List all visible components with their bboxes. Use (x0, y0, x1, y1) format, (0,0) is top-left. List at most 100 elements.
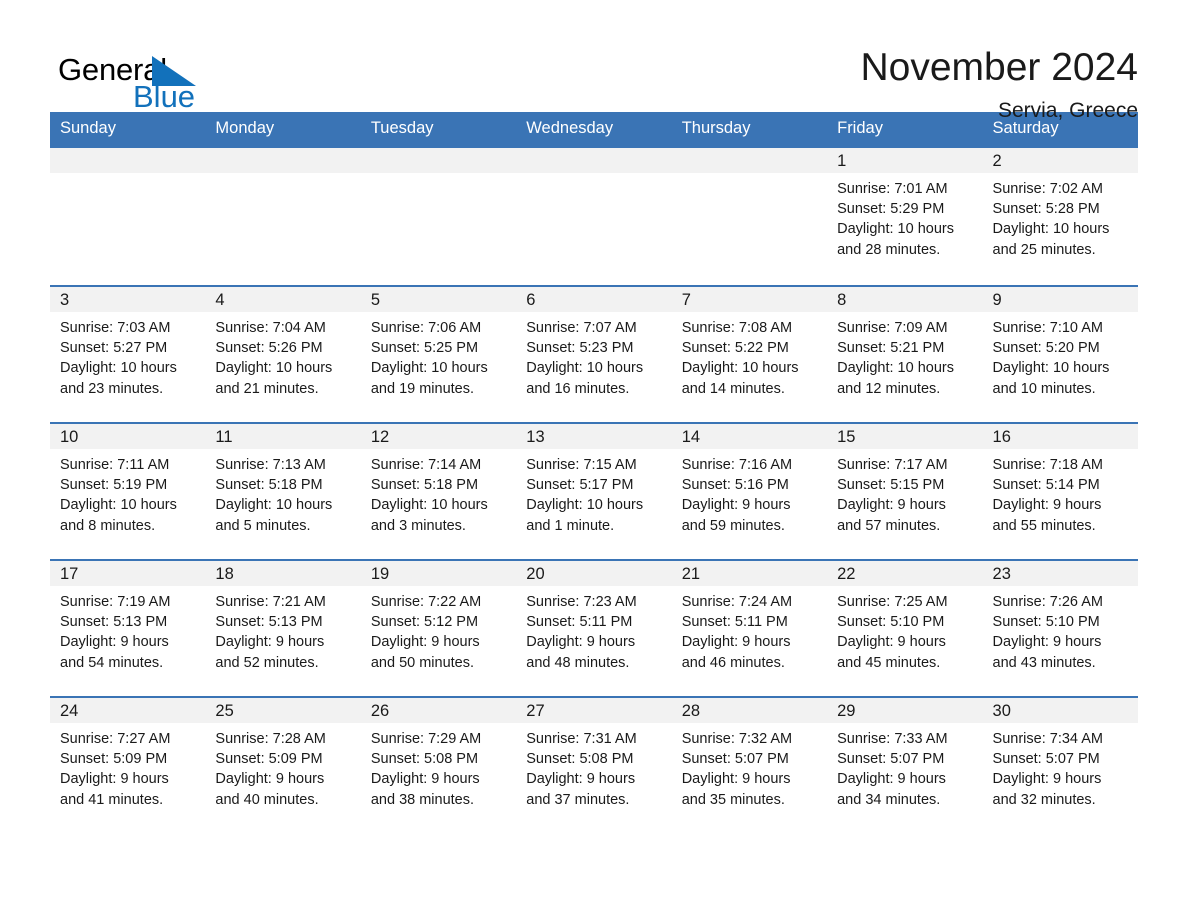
day-number: 24 (50, 698, 206, 723)
sunset-text: Sunset: 5:14 PM (992, 477, 1100, 494)
day-details: Sunrise: 7:16 AM Sunset: 5:16 PM Daylight:… (672, 449, 827, 536)
calendar-day-cell[interactable]: 25 Sunrise: 7:28 AM Sunset: 5:09 PM Dayligh… (205, 696, 361, 818)
calendar-day-cell[interactable]: 16 Sunrise: 7:18 AM Sunset: 5:14 PM Dayligh… (982, 422, 1138, 560)
day-cell-content: 12 Sunrise: 7:14 AM Sunset: 5:18 PM Dayligh… (360, 424, 517, 559)
daylight-text-line1: Daylight: 9 hours (526, 634, 636, 651)
calendar-day-cell[interactable]: 12 Sunrise: 7:14 AM Sunset: 5:18 PM Dayligh… (360, 422, 517, 560)
daylight-text-line2: and 21 minutes. (215, 380, 319, 397)
daylight-text-line2: and 14 minutes. (681, 380, 785, 397)
calendar-day-cell[interactable]: 22 Sunrise: 7:25 AM Sunset: 5:10 PM Dayligh… (827, 559, 983, 697)
sunset-text: Sunset: 5:09 PM (215, 751, 323, 768)
day-number: 25 (205, 698, 361, 723)
day-number: 13 (516, 424, 672, 449)
day-details: Sunrise: 7:14 AM Sunset: 5:18 PM Daylight:… (361, 449, 516, 536)
sunset-text: Sunset: 5:18 PM (215, 477, 323, 494)
daylight-text-line1: Daylight: 9 hours (681, 634, 791, 651)
day-cell-content (516, 148, 672, 285)
day-details: Sunrise: 7:04 AM Sunset: 5:26 PM Daylight:… (205, 312, 360, 399)
calendar-day-cell[interactable]: 1 Sunrise: 7:01 AM Sunset: 5:29 PM Daylight… (827, 146, 983, 286)
calendar-day-cell[interactable]: 13 Sunrise: 7:15 AM Sunset: 5:17 PM Dayligh… (516, 422, 672, 560)
daylight-text-line1: Daylight: 9 hours (526, 771, 636, 788)
day-number: 5 (360, 287, 517, 312)
calendar-day-cell[interactable]: 4 Sunrise: 7:04 AM Sunset: 5:26 PM Daylight… (205, 285, 361, 423)
day-number: 11 (205, 424, 361, 449)
day-number: 8 (827, 287, 983, 312)
calendar-day-cell[interactable]: 17 Sunrise: 7:19 AM Sunset: 5:13 PM Dayligh… (50, 559, 206, 697)
daylight-text-line2: and 45 minutes. (837, 654, 941, 671)
daylight-text-line2: and 46 minutes. (681, 654, 785, 671)
day-number: 9 (982, 287, 1138, 312)
calendar-day-cell[interactable]: 10 Sunrise: 7:11 AM Sunset: 5:19 PM Dayligh… (50, 422, 206, 560)
daylight-text-line2: and 55 minutes. (992, 517, 1096, 534)
calendar-body: 1 Sunrise: 7:01 AM Sunset: 5:29 PM Daylight… (50, 146, 1138, 818)
calendar-day-cell[interactable]: 29 Sunrise: 7:33 AM Sunset: 5:07 PM Dayligh… (827, 696, 983, 818)
day-details: Sunrise: 7:23 AM Sunset: 5:11 PM Daylight:… (516, 586, 671, 673)
calendar-day-cell[interactable]: 27 Sunrise: 7:31 AM Sunset: 5:08 PM Dayligh… (516, 696, 672, 818)
day-cell-content: 27 Sunrise: 7:31 AM Sunset: 5:08 PM Dayligh… (516, 698, 672, 818)
sunset-text: Sunset: 5:11 PM (681, 614, 788, 631)
calendar-day-cell[interactable]: 5 Sunrise: 7:06 AM Sunset: 5:25 PM Daylight… (360, 285, 517, 423)
calendar-week-row: 17 Sunrise: 7:19 AM Sunset: 5:13 PM Dayligh… (50, 559, 1138, 697)
calendar-day-cell[interactable]: 18 Sunrise: 7:21 AM Sunset: 5:13 PM Dayligh… (205, 559, 361, 697)
sunrise-text: Sunrise: 7:23 AM (526, 594, 637, 610)
day-details: Sunrise: 7:02 AM Sunset: 5:28 PM Daylight:… (983, 173, 1138, 260)
day-cell-content: 19 Sunrise: 7:22 AM Sunset: 5:12 PM Dayligh… (360, 561, 517, 696)
daylight-text-line2: and 12 minutes. (837, 380, 941, 397)
daylight-text-line2: and 16 minutes. (526, 380, 630, 397)
calendar-day-cell[interactable]: 2 Sunrise: 7:02 AM Sunset: 5:28 PM Daylight… (982, 146, 1138, 286)
daylight-text-line2: and 48 minutes. (526, 654, 630, 671)
day-cell-content: 15 Sunrise: 7:17 AM Sunset: 5:15 PM Dayligh… (827, 424, 983, 559)
calendar-day-cell[interactable]: 3 Sunrise: 7:03 AM Sunset: 5:27 PM Daylight… (50, 285, 206, 423)
calendar-day-cell[interactable]: 6 Sunrise: 7:07 AM Sunset: 5:23 PM Daylight… (516, 285, 672, 423)
daylight-text-line2: and 38 minutes. (370, 791, 475, 808)
sunset-text: Sunset: 5:10 PM (837, 614, 945, 631)
sunrise-text: Sunrise: 7:26 AM (992, 594, 1103, 610)
day-details: Sunrise: 7:25 AM Sunset: 5:10 PM Daylight:… (827, 586, 982, 673)
day-details: Sunrise: 7:28 AM Sunset: 5:09 PM Daylight:… (205, 723, 360, 810)
daylight-text-line1: Daylight: 9 hours (370, 771, 480, 788)
sunrise-text: Sunrise: 7:06 AM (370, 320, 482, 336)
calendar-day-cell[interactable]: 23 Sunrise: 7:26 AM Sunset: 5:10 PM Dayligh… (982, 559, 1138, 697)
day-number: 29 (827, 698, 983, 723)
calendar-day-cell[interactable]: 26 Sunrise: 7:29 AM Sunset: 5:08 PM Dayligh… (360, 696, 517, 818)
day-details: Sunrise: 7:24 AM Sunset: 5:11 PM Daylight:… (672, 586, 827, 673)
sunset-text: Sunset: 5:07 PM (992, 751, 1100, 768)
calendar-day-cell[interactable]: 8 Sunrise: 7:09 AM Sunset: 5:21 PM Daylight… (827, 285, 983, 423)
daylight-text-line1: Daylight: 9 hours (992, 771, 1102, 788)
calendar-day-cell[interactable]: 15 Sunrise: 7:17 AM Sunset: 5:15 PM Dayligh… (827, 422, 983, 560)
daylight-text-line1: Daylight: 9 hours (60, 634, 169, 651)
daylight-text-line1: Daylight: 10 hours (370, 497, 488, 514)
sunset-text: Sunset: 5:23 PM (526, 340, 634, 357)
sunset-text: Sunset: 5:15 PM (837, 477, 945, 494)
sunset-text: Sunset: 5:07 PM (681, 751, 789, 768)
day-details: Sunrise: 7:31 AM Sunset: 5:08 PM Daylight:… (516, 723, 671, 810)
day-cell-content: 9 Sunrise: 7:10 AM Sunset: 5:20 PM Daylight… (982, 287, 1138, 422)
calendar-day-cell[interactable]: 21 Sunrise: 7:24 AM Sunset: 5:11 PM Dayligh… (671, 559, 828, 697)
calendar-day-cell[interactable]: 14 Sunrise: 7:16 AM Sunset: 5:16 PM Dayligh… (671, 422, 828, 560)
daylight-text-line1: Daylight: 9 hours (681, 497, 791, 514)
calendar-day-cell[interactable]: 24 Sunrise: 7:27 AM Sunset: 5:09 PM Dayligh… (50, 696, 206, 818)
day-details: Sunrise: 7:01 AM Sunset: 5:29 PM Daylight:… (827, 173, 982, 260)
sunrise-text: Sunrise: 7:25 AM (837, 594, 948, 610)
day-cell-content: 17 Sunrise: 7:19 AM Sunset: 5:13 PM Dayligh… (50, 561, 206, 696)
calendar-week-row: 3 Sunrise: 7:03 AM Sunset: 5:27 PM Daylight… (50, 285, 1138, 423)
sunrise-text: Sunrise: 7:24 AM (681, 594, 793, 610)
day-number: 1 (827, 148, 983, 173)
calendar-day-cell[interactable]: 7 Sunrise: 7:08 AM Sunset: 5:22 PM Daylight… (671, 285, 828, 423)
day-details: Sunrise: 7:22 AM Sunset: 5:12 PM Daylight:… (361, 586, 516, 673)
calendar-day-cell[interactable]: 9 Sunrise: 7:10 AM Sunset: 5:20 PM Daylight… (982, 285, 1138, 423)
day-number: 21 (671, 561, 828, 586)
calendar-day-cell[interactable]: 20 Sunrise: 7:23 AM Sunset: 5:11 PM Dayligh… (516, 559, 672, 697)
daylight-text-line2: and 25 minutes. (992, 241, 1096, 258)
calendar-day-cell[interactable]: 11 Sunrise: 7:13 AM Sunset: 5:18 PM Dayligh… (205, 422, 361, 560)
calendar-table: Sunday Monday Tuesday Wednesday Thursday… (50, 112, 1138, 818)
calendar-day-cell[interactable]: 28 Sunrise: 7:32 AM Sunset: 5:07 PM Dayligh… (671, 696, 828, 818)
sunset-text: Sunset: 5:22 PM (681, 340, 789, 357)
day-number: 10 (50, 424, 206, 449)
sunrise-text: Sunrise: 7:22 AM (370, 594, 482, 610)
sunrise-text: Sunrise: 7:14 AM (370, 457, 482, 473)
calendar-day-cell[interactable]: 19 Sunrise: 7:22 AM Sunset: 5:12 PM Dayligh… (360, 559, 517, 697)
day-cell-content: 22 Sunrise: 7:25 AM Sunset: 5:10 PM Dayligh… (827, 561, 983, 696)
day-number: 30 (982, 698, 1138, 723)
calendar-day-cell[interactable]: 30 Sunrise: 7:34 AM Sunset: 5:07 PM Dayligh… (982, 696, 1138, 818)
